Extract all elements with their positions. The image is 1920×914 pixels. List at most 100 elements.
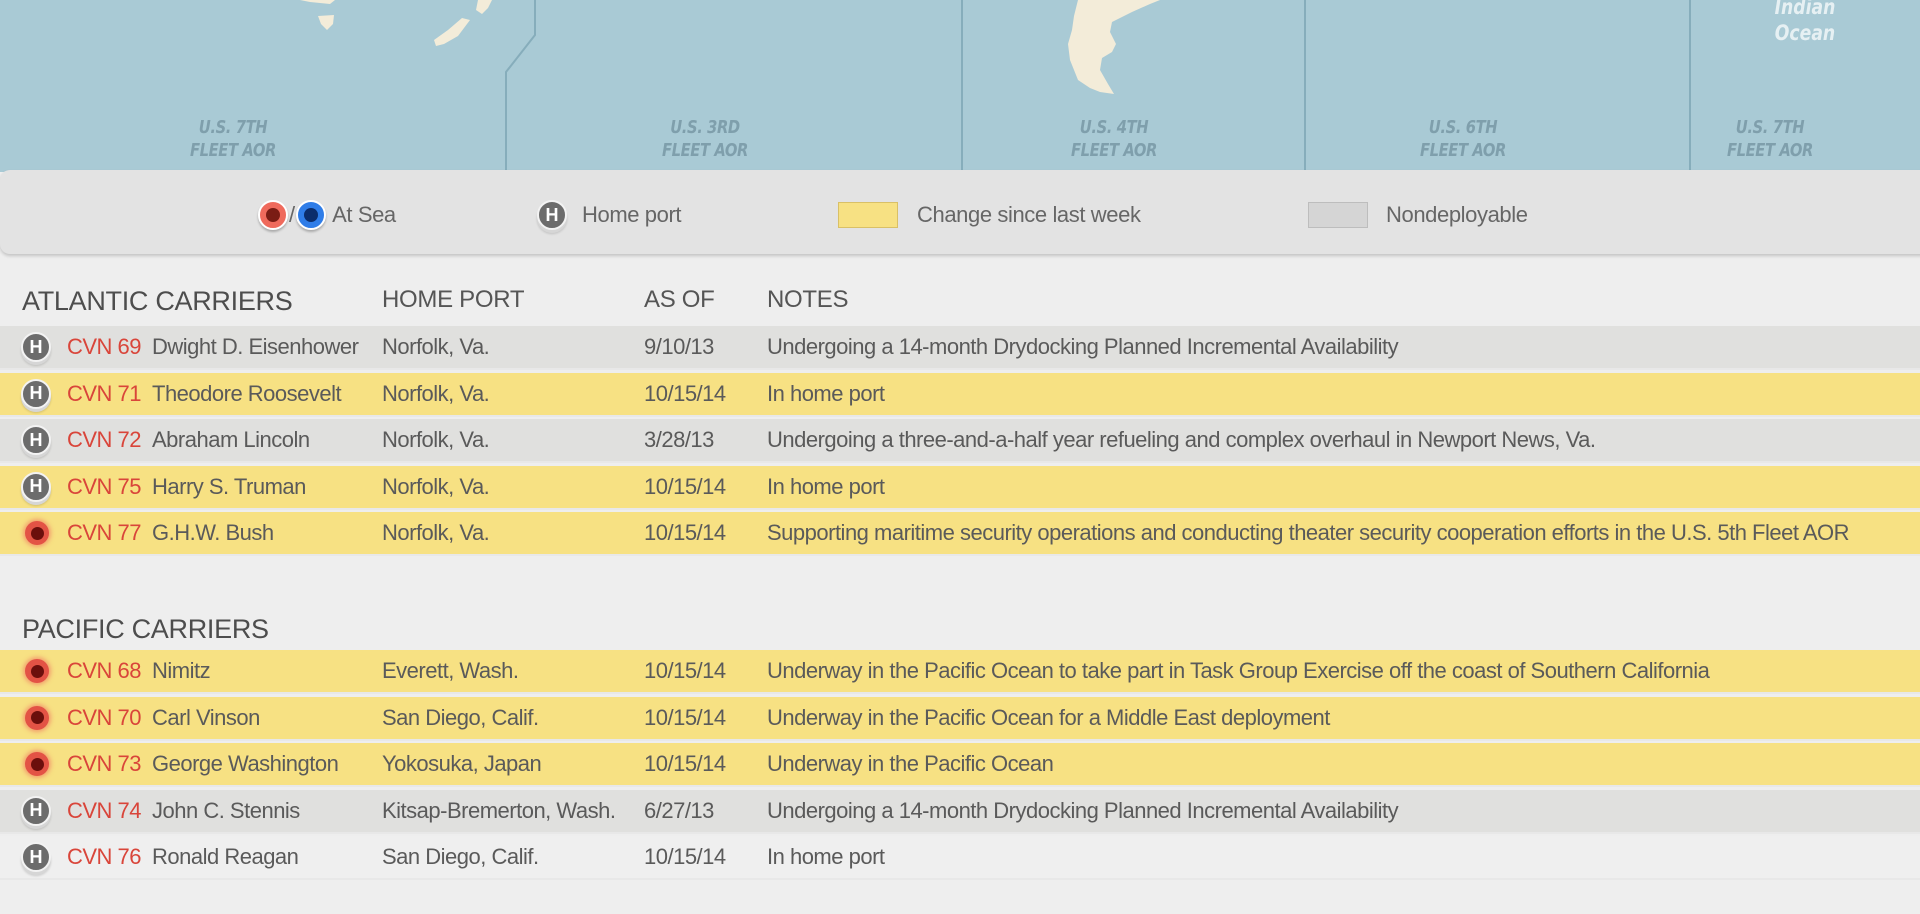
status-indicator	[21, 703, 49, 730]
carrier-row[interactable]: CVN 77 G.H.W. Bush Norfolk, Va. 10/15/14 Sup…	[0, 512, 1920, 556]
as-of-date: 9/10/13	[644, 334, 714, 359]
as-of-date: 6/27/13	[644, 797, 714, 823]
notes: Undergoing a 14-month Drydocking Planned…	[767, 797, 1399, 823]
ship-name: Dwight D. Eisenhower	[152, 334, 359, 359]
ship-name: George Washington	[152, 751, 339, 776]
ship-name: Abraham Lincoln	[152, 427, 310, 452]
aor-label-6th-fleet: U.S. 6TH FLEET AOR	[1419, 117, 1507, 161]
status-indicator	[21, 656, 49, 683]
home-port-icon: H	[21, 378, 51, 409]
ship-name: Nimitz	[152, 658, 211, 683]
atlantic-title: ATLANTIC CARRIERS	[22, 286, 293, 316]
land-new-zealand-north	[476, 0, 492, 14]
at-sea-dot-icon	[25, 659, 49, 683]
home-port: Norfolk, Va.	[382, 427, 490, 452]
aor-label-7th-fleet-west: U.S. 7TH FLEET AOR	[189, 117, 277, 161]
notes: Underway in the Pacific Ocean	[767, 751, 1054, 776]
hull-number: CVN 74	[67, 797, 142, 823]
status-indicator: H	[21, 471, 51, 502]
status-indicator: H	[21, 378, 51, 409]
notes: Undergoing a 14-month Drydocking Planned…	[767, 334, 1399, 359]
home-port: Norfolk, Va.	[382, 380, 490, 406]
legend-at-sea-label: At Sea	[332, 202, 396, 227]
status-indicator	[21, 518, 49, 545]
home-port-icon: H	[537, 200, 567, 230]
as-of-date: 10/15/14	[644, 751, 726, 776]
home-port: Norfolk, Va.	[382, 473, 490, 499]
legend-slash: /	[289, 202, 296, 227]
as-of-date: 3/28/13	[644, 427, 714, 452]
home-port-icon: H	[21, 471, 51, 502]
legend-home-port: H Home port	[537, 200, 682, 230]
carrier-row[interactable]: H CVN 75 Harry S. Truman Norfolk, Va. 10/15/…	[0, 465, 1920, 510]
hull-number: CVN 73	[67, 751, 142, 776]
carrier-row[interactable]: H CVN 71 Theodore Roosevelt Norfolk, Va. 10/…	[0, 372, 1920, 417]
carrier-row[interactable]: H CVN 74 John C. Stennis Kitsap-Bremerton, …	[0, 789, 1920, 834]
home-port-icon: H	[21, 332, 51, 362]
status-indicator: H	[21, 332, 51, 362]
hull-number: CVN 70	[67, 704, 142, 730]
aor-label-4th-fleet: U.S. 4TH FLEET AOR	[1070, 117, 1158, 161]
status-indicator	[21, 749, 49, 776]
as-of-date: 10/15/14	[644, 380, 726, 406]
at-sea-blue-dot-icon	[296, 200, 327, 230]
legend-home-port-label: Home port	[582, 202, 682, 227]
notes: Underway in the Pacific Ocean to take pa…	[767, 658, 1710, 683]
fleet-map[interactable]: U.S. 7TH FLEET AOR U.S. 3RD FLEET AOR U.S.…	[0, 0, 1920, 172]
notes: In home port	[767, 380, 885, 406]
legend-nondeployable-label: Nondeployable	[1386, 202, 1528, 227]
hull-number: CVN 71	[67, 380, 142, 406]
ship-name: G.H.W. Bush	[152, 520, 274, 545]
carrier-row[interactable]: H CVN 69 Dwight D. Eisenhower Norfolk, Va. 9…	[0, 326, 1920, 370]
atlantic-header: ATLANTIC CARRIERS HOME PORT AS OF NOTES	[0, 280, 1920, 320]
carrier-row[interactable]: CVN 70 Carl Vinson San Diego, Calif. 10/15/…	[0, 696, 1920, 741]
as-of-date: 10/15/14	[644, 658, 726, 683]
home-port: San Diego, Calif.	[382, 704, 539, 730]
col-as-of: AS OF	[644, 286, 715, 313]
status-indicator: H	[21, 795, 51, 826]
as-of-date: 10/15/14	[644, 704, 726, 730]
land-australia	[300, 0, 335, 4]
home-port-icon: H	[21, 842, 51, 872]
home-port: Yokosuka, Japan	[382, 751, 542, 776]
status-indicator: H	[21, 425, 51, 455]
aor-label-7th-fleet-east: U.S. 7TH FLEET AOR	[1726, 117, 1814, 161]
notes: In home port	[767, 473, 885, 499]
col-notes: NOTES	[767, 286, 849, 313]
legend-change: Change since last week	[838, 200, 1141, 230]
home-port: Everett, Wash.	[382, 658, 519, 683]
at-sea-dot-icon	[25, 705, 49, 730]
ship-name: Ronald Reagan	[152, 844, 299, 869]
hull-number: CVN 69	[67, 334, 142, 359]
ocean-label-indian: Indian Ocean	[1774, 0, 1836, 45]
carrier-row[interactable]: CVN 73 George Washington Yokosuka, Japan 10…	[0, 743, 1920, 787]
aor-label-3rd-fleet: U.S. 3RD FLEET AOR	[661, 117, 749, 161]
legend: / At Sea H Home port Change since last w…	[0, 170, 1920, 254]
pacific-title: PACIFIC CARRIERS	[22, 614, 269, 644]
boundary-7th-3rd	[505, 0, 536, 172]
hull-number: CVN 72	[67, 427, 142, 452]
at-sea-dot-icon	[25, 752, 49, 776]
home-port: Norfolk, Va.	[382, 520, 490, 545]
home-port-icon: H	[21, 425, 51, 455]
carrier-row[interactable]: H CVN 76 Ronald Reagan San Diego, Calif. 10/…	[0, 836, 1920, 880]
carrier-row[interactable]: H CVN 72 Abraham Lincoln Norfolk, Va. 3/28/1…	[0, 419, 1920, 463]
carrier-row[interactable]: CVN 68 Nimitz Everett, Wash. 10/15/14 Underw…	[0, 650, 1920, 694]
hull-number: CVN 75	[67, 473, 142, 499]
hull-number: CVN 68	[67, 658, 142, 683]
home-port-icon: H	[21, 795, 51, 826]
at-sea-red-dot-icon	[258, 200, 288, 230]
nondeployable-swatch-icon	[1308, 202, 1368, 228]
pacific-header: PACIFIC CARRIERS	[0, 608, 1920, 648]
hull-number: CVN 76	[67, 844, 142, 869]
ship-name: John C. Stennis	[152, 797, 300, 823]
ship-name: Harry S. Truman	[152, 473, 306, 499]
as-of-date: 10/15/14	[644, 844, 726, 869]
as-of-date: 10/15/14	[644, 473, 726, 499]
land-new-zealand-south	[434, 18, 470, 46]
land-south-america	[1068, 0, 1160, 94]
home-port: Norfolk, Va.	[382, 334, 490, 359]
legend-change-label: Change since last week	[917, 202, 1141, 227]
legend-at-sea: / At Sea	[258, 200, 396, 230]
home-port: San Diego, Calif.	[382, 844, 539, 869]
